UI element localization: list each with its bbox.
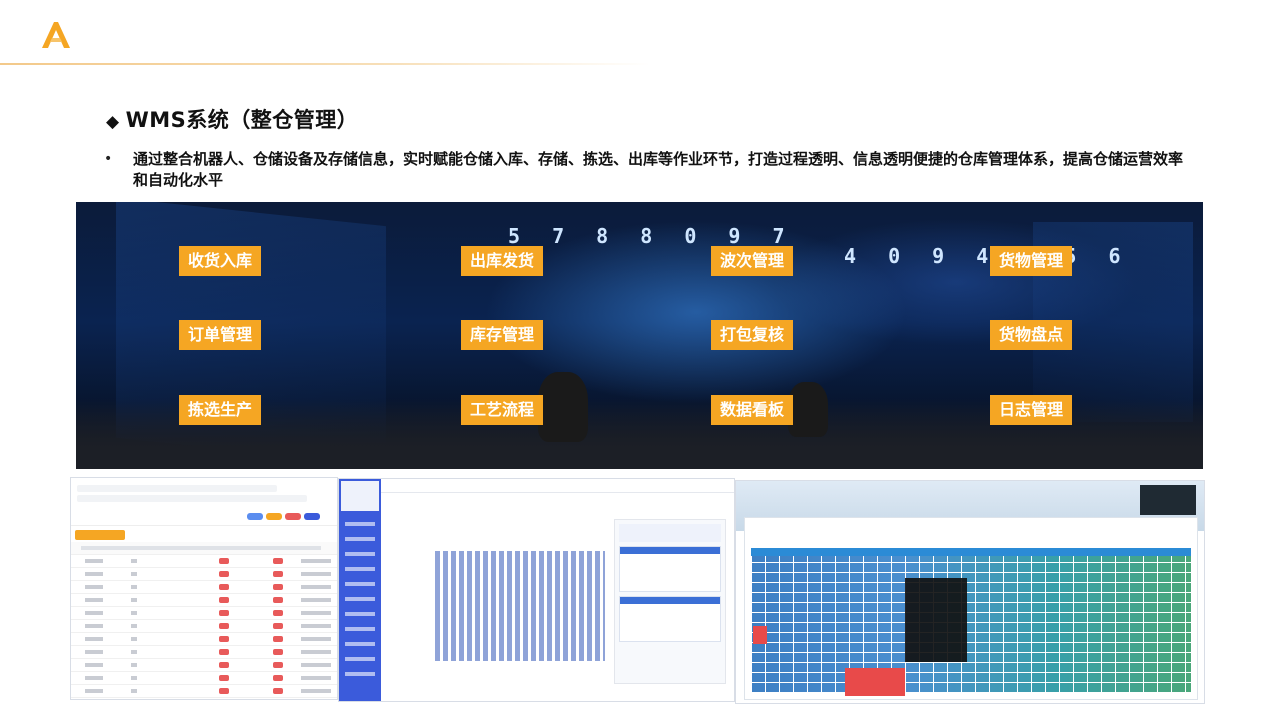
feature-tag-process: 工艺流程 [461, 395, 544, 425]
screenshot-warehouse-layout [338, 478, 735, 702]
screenshot-location-table [735, 480, 1205, 704]
feature-tag-picking: 拣选生产 [179, 395, 262, 425]
app-sidebar [339, 479, 381, 701]
feature-tag-shipping: 出库发货 [461, 246, 544, 276]
command-center-banner: 5 7 8 8 0 9 7 4 0 9 4 0 5 6 收货入库 出库发货 波次… [76, 202, 1203, 469]
counter-left: 5 7 8 8 0 9 7 [508, 224, 795, 248]
feature-tag-goods: 货物管理 [990, 246, 1073, 276]
feature-tag-packing: 打包复核 [711, 320, 794, 350]
feature-tag-dashboard: 数据看板 [711, 395, 794, 425]
section-title: ◆ WMS系统（整仓管理） [106, 104, 358, 134]
app-tabs [381, 479, 734, 493]
tab-badge [75, 530, 125, 540]
feature-tag-logs: 日志管理 [990, 395, 1073, 425]
person-silhouette [538, 372, 588, 442]
legend-panel [1140, 485, 1196, 515]
location-grid [751, 556, 1191, 693]
counter-right: 4 0 9 4 0 5 6 [844, 244, 1131, 268]
section-description: 通过整合机器人、仓储设备及存储信息，实时赋能仓储入库、存储、拣选、出库等作业环节… [133, 150, 1184, 189]
header-divider [0, 63, 650, 65]
agv-panel [614, 519, 726, 684]
feature-tag-receiving: 收货入库 [179, 246, 262, 276]
detail-tooltip [905, 578, 967, 662]
status-cells [753, 626, 767, 644]
storage-rack-grid [435, 551, 605, 661]
feature-tag-wave: 波次管理 [711, 246, 794, 276]
feature-tag-stocktake: 货物盘点 [990, 320, 1073, 350]
diamond-icon: ◆ [106, 112, 120, 132]
table-header [751, 548, 1191, 556]
status-cells [845, 668, 905, 696]
screenshot-task-list [70, 477, 338, 700]
feature-tag-orders: 订单管理 [179, 320, 262, 350]
company-logo-icon [42, 22, 70, 48]
location-card [744, 517, 1198, 700]
section-title-text: WMS系统（整仓管理） [125, 108, 359, 132]
person-silhouette [788, 382, 828, 437]
bullet-icon: • [104, 151, 113, 167]
filter-bar [71, 478, 337, 526]
feature-tag-inventory: 库存管理 [461, 320, 544, 350]
